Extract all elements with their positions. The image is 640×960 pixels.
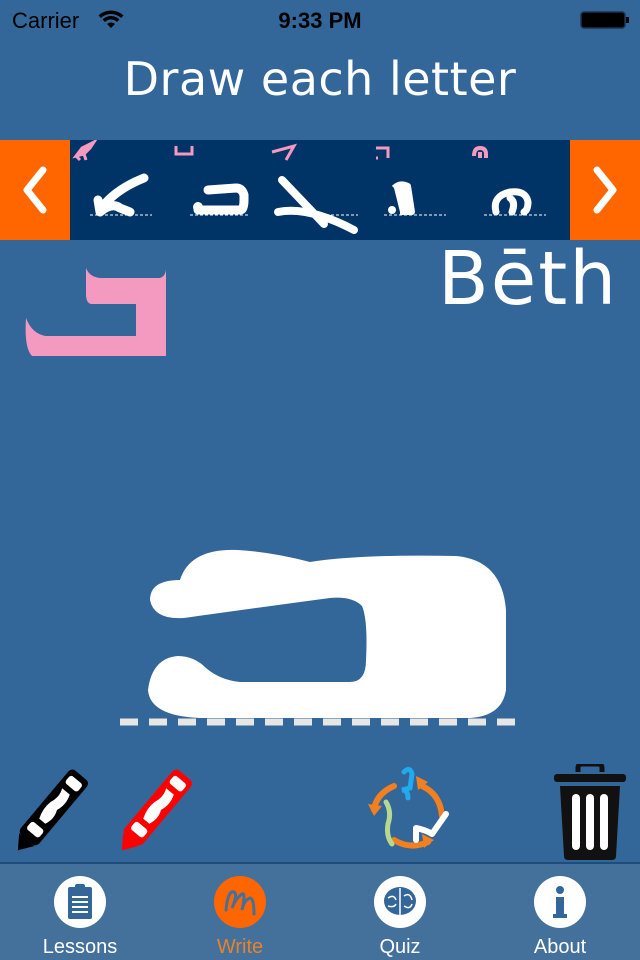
dalath-glyph [376, 146, 446, 216]
clipboard-icon [54, 876, 106, 928]
clock: 9:33 PM [278, 8, 362, 33]
info-icon [534, 876, 586, 928]
strip-letter-dalath[interactable] [370, 140, 466, 240]
tab-write[interactable]: Write [160, 864, 320, 960]
letter-name: Bēth [438, 236, 619, 322]
status-bar: Carrier 9:33 PM [0, 0, 640, 40]
tab-quiz[interactable]: Quiz [320, 864, 480, 960]
brain-icon [374, 876, 426, 928]
next-letters-button[interactable] [570, 140, 640, 240]
red-crayon-button[interactable] [106, 764, 202, 860]
battery-full-icon [580, 11, 629, 29]
chevron-right-icon [593, 166, 617, 214]
trash-button[interactable] [552, 764, 628, 860]
tab-label-quiz: Quiz [379, 936, 421, 958]
strip-letter-gamal[interactable] [268, 140, 364, 240]
alaph-glyph [72, 140, 152, 217]
chevron-left-icon [23, 166, 47, 214]
letter-strip [0, 140, 640, 240]
strip-letter-alaph[interactable] [72, 140, 168, 240]
strip-letter-beth[interactable] [170, 140, 266, 240]
trace-letter-beth [120, 549, 520, 726]
scribble-icon [214, 876, 266, 928]
cycle-letters-button[interactable] [366, 762, 456, 852]
tab-label-about: About [533, 936, 587, 958]
tab-bar: Lessons Write Quiz About [0, 862, 640, 960]
beth-glyph [174, 146, 250, 216]
tab-label-write: Write [216, 936, 264, 958]
tab-about[interactable]: About [480, 864, 640, 960]
reference-letter-beth [25, 268, 166, 356]
he-glyph [472, 145, 546, 216]
strip-letter-he[interactable] [470, 140, 566, 240]
previous-letters-button[interactable] [0, 140, 70, 240]
tab-lessons[interactable]: Lessons [0, 864, 160, 960]
tab-label-lessons: Lessons [42, 936, 118, 958]
page-title: Draw each letter [123, 52, 517, 106]
gamal-glyph [271, 143, 358, 234]
black-crayon-button[interactable] [2, 764, 98, 860]
